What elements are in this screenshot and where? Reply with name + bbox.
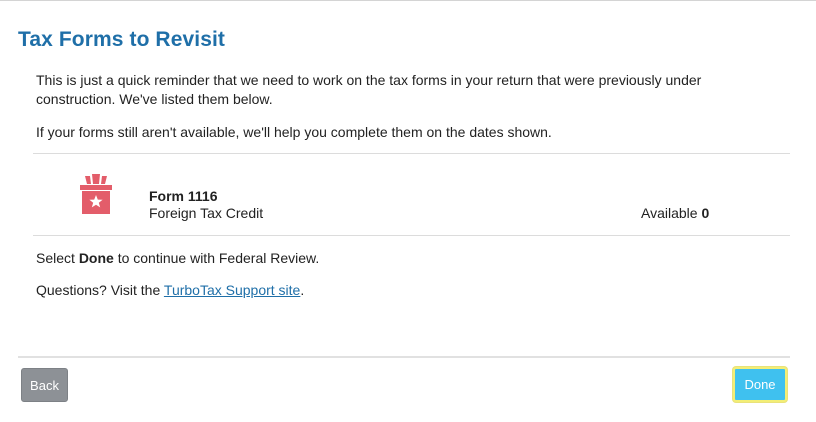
questions-text: Questions? Visit the TurboTax Support si… [36, 281, 781, 300]
instructions-prefix: Select [36, 250, 79, 266]
back-button[interactable]: Back [21, 368, 68, 402]
divider [33, 235, 790, 236]
form-list-item: Form 1116 Foreign Tax Credit Available 0 [33, 154, 790, 235]
form-availability: Available 0 [641, 205, 709, 221]
form-name: Form 1116 [149, 188, 218, 204]
intro-text: This is just a quick reminder that we ne… [36, 72, 702, 107]
under-construction-box-icon [78, 174, 114, 216]
questions-suffix: . [300, 282, 305, 298]
form-description: Foreign Tax Credit [149, 205, 264, 221]
availability-value: 0 [701, 205, 710, 221]
page-title: Tax Forms to Revisit [18, 28, 225, 51]
instructions-text: Select Done to continue with Federal Rev… [36, 249, 781, 268]
turbotax-support-link[interactable]: TurboTax Support site [164, 282, 300, 298]
done-button[interactable]: Done [733, 367, 787, 402]
instructions-bold: Done [78, 250, 114, 266]
availability-note: If your forms still aren't available, we… [36, 124, 552, 140]
footer-divider [18, 356, 790, 358]
instructions-suffix: to continue with Federal Review. [113, 250, 320, 266]
availability-label: Available [641, 205, 698, 221]
questions-prefix: Questions? Visit the [36, 282, 164, 298]
tax-forms-revisit-page: Tax Forms to Revisit This is just a quic… [0, 0, 816, 422]
